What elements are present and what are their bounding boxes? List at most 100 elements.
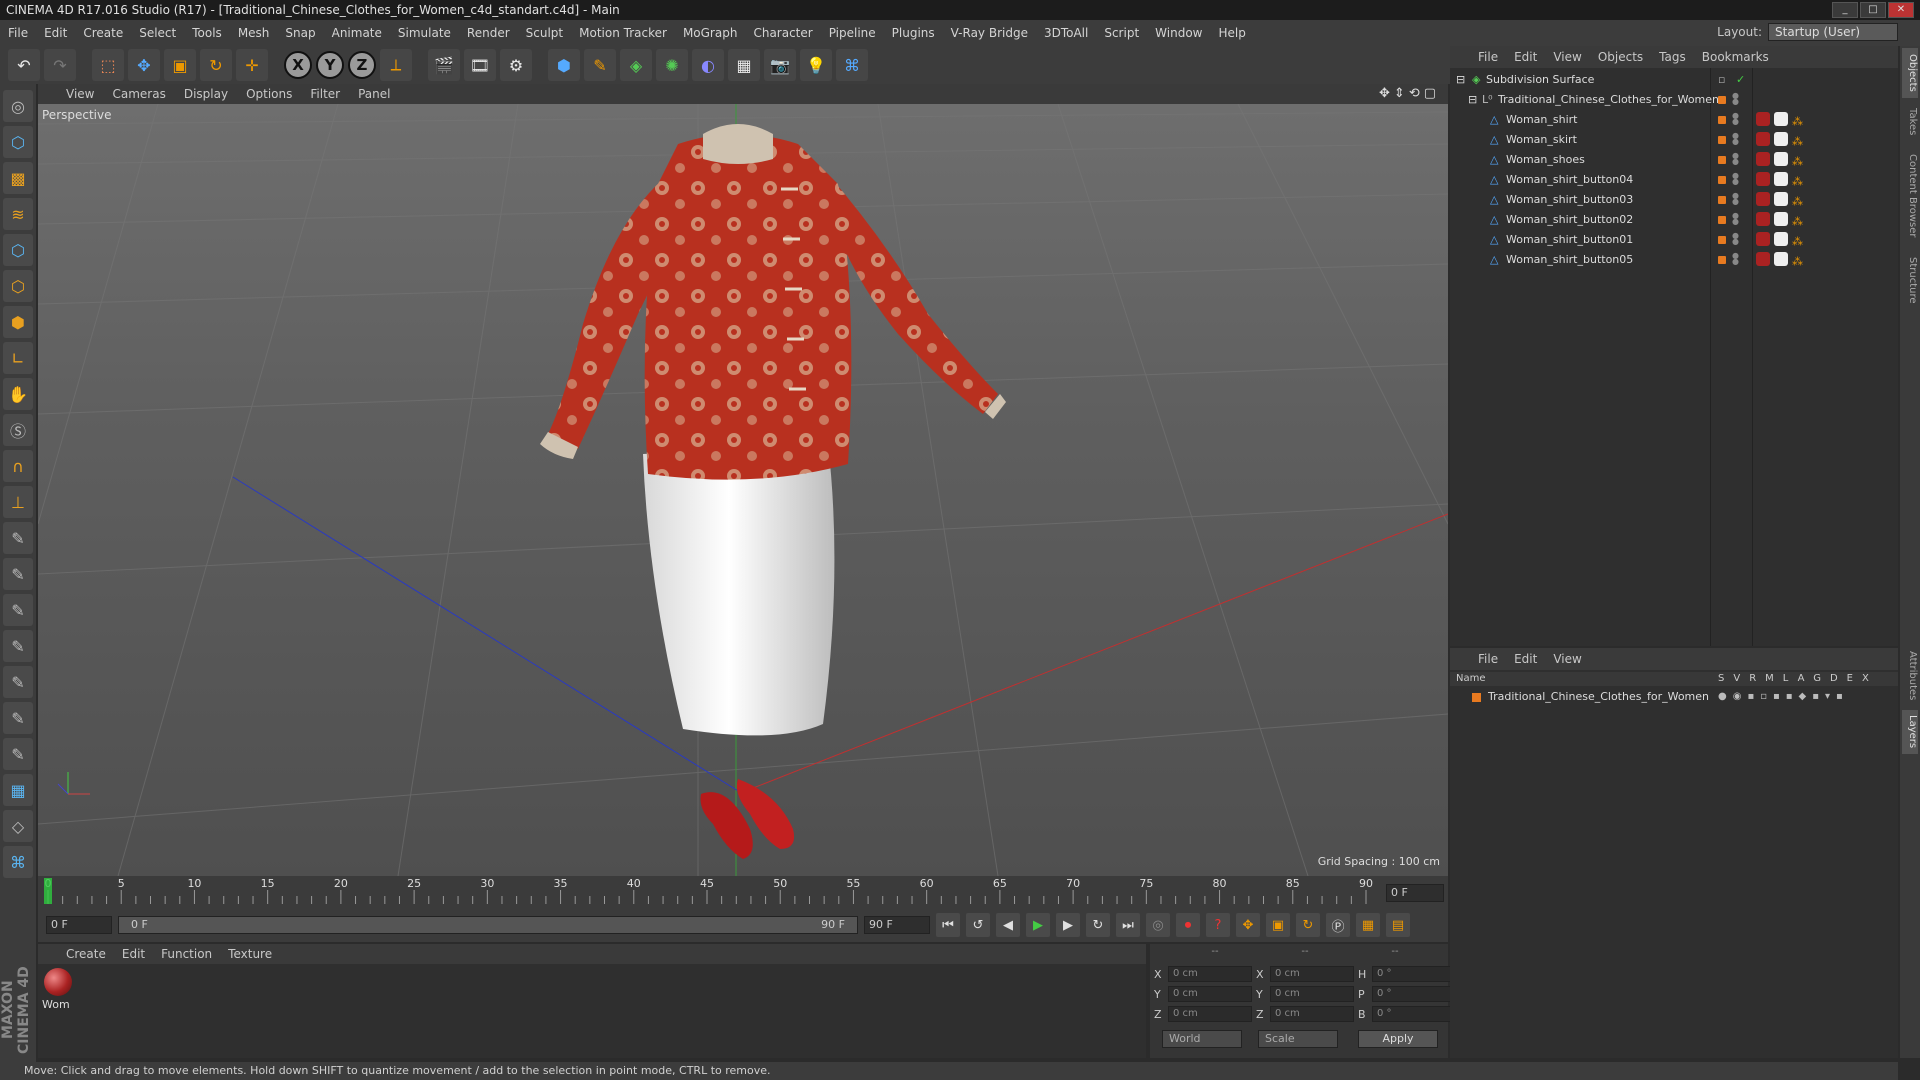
rotation-p-field[interactable]: 0 °: [1372, 986, 1456, 1002]
visibility-dots-icon[interactable]: ● ●: [1732, 132, 1739, 146]
go-to-end-icon[interactable]: ⏭: [1116, 913, 1140, 937]
menu-plugins[interactable]: Plugins: [884, 26, 943, 40]
object-row-subdivision[interactable]: ⊟ ◈ Subdivision Surface ▫ ✓: [1450, 70, 1898, 90]
menu-tools[interactable]: Tools: [184, 26, 230, 40]
tab-layers[interactable]: Layers: [1902, 710, 1918, 754]
viewport-menu-filter[interactable]: Filter: [302, 87, 348, 101]
size-x-field[interactable]: 0 cm: [1270, 966, 1354, 982]
sculpt-brush-6-icon[interactable]: ✎: [3, 702, 33, 734]
layer-color-swatch[interactable]: [1718, 256, 1726, 264]
position-y-field[interactable]: 0 cm: [1168, 986, 1252, 1002]
visibility-dots-icon[interactable]: ● ●: [1732, 152, 1739, 166]
size-y-field[interactable]: 0 cm: [1270, 986, 1354, 1002]
viewport-navigation-icons[interactable]: ✥⇕⟲▢: [1379, 86, 1440, 101]
rotate-tool-icon[interactable]: ↻: [200, 49, 232, 81]
previous-frame-icon[interactable]: ◀: [996, 913, 1020, 937]
object-row[interactable]: △ Woman_shirt ● ● ⁂: [1450, 110, 1898, 130]
viewport-menu-options[interactable]: Options: [238, 87, 300, 101]
next-frame-icon[interactable]: ▶: [1056, 913, 1080, 937]
menu-simulate[interactable]: Simulate: [390, 26, 459, 40]
size-z-field[interactable]: 0 cm: [1270, 1006, 1354, 1022]
menu-mesh[interactable]: Mesh: [230, 26, 278, 40]
menu-motion-tracker[interactable]: Motion Tracker: [571, 26, 675, 40]
viewport-menu-cameras[interactable]: Cameras: [104, 87, 173, 101]
sculpt-brush-1-icon[interactable]: ✎: [3, 522, 33, 554]
key-pla-icon[interactable]: ▦: [1356, 913, 1380, 937]
menu-file[interactable]: File: [0, 26, 36, 40]
material-tag-icon[interactable]: [1756, 232, 1770, 246]
redo-icon[interactable]: ↷: [44, 49, 76, 81]
material-menu-function[interactable]: Function: [153, 947, 220, 961]
polygons-mode-icon[interactable]: ⬢: [3, 306, 33, 338]
menu-snap[interactable]: Snap: [277, 26, 323, 40]
texture-mode-icon[interactable]: ▩: [3, 162, 33, 194]
rotation-b-field[interactable]: 0 °: [1372, 1006, 1456, 1022]
previous-key-icon[interactable]: ↺: [966, 913, 990, 937]
material-menu-texture[interactable]: Texture: [220, 947, 280, 961]
phong-tag-icon[interactable]: ⁂: [1792, 212, 1806, 228]
objects-menu-view[interactable]: View: [1545, 50, 1589, 64]
next-key-icon[interactable]: ↻: [1086, 913, 1110, 937]
menu-create[interactable]: Create: [75, 26, 131, 40]
material-tag-icon[interactable]: [1756, 212, 1770, 226]
position-z-field[interactable]: 0 cm: [1168, 1006, 1252, 1022]
floor-icon[interactable]: ▦: [728, 49, 760, 81]
material-tag-icon[interactable]: [1756, 152, 1770, 166]
objects-menu-file[interactable]: File: [1470, 50, 1506, 64]
axis-mode-icon[interactable]: ∟: [3, 342, 33, 374]
coordinate-system-icon[interactable]: ⟂: [380, 49, 412, 81]
visibility-dots-icon[interactable]: ● ●: [1732, 232, 1739, 246]
visibility-dots-icon[interactable]: ● ●: [1732, 92, 1739, 106]
render-picture-viewer-icon[interactable]: 🎞: [464, 49, 496, 81]
3d-viewport[interactable]: Perspective Grid Spacing : 100 cm: [38, 104, 1448, 876]
viewport-menu-view[interactable]: View: [58, 87, 102, 101]
phong-tag-icon[interactable]: ⁂: [1792, 192, 1806, 208]
python-icon[interactable]: ⌘: [836, 49, 868, 81]
move-tool-icon[interactable]: ✥: [128, 49, 160, 81]
sculpt-brush-4-icon[interactable]: ✎: [3, 630, 33, 662]
live-selection-icon[interactable]: ⬚: [92, 49, 124, 81]
x-axis-toggle[interactable]: X: [284, 51, 312, 79]
horizontal-scrollbar[interactable]: [1450, 1062, 1898, 1080]
material-tag-icon[interactable]: [1756, 172, 1770, 186]
menu-mograph[interactable]: MoGraph: [675, 26, 746, 40]
uvw-tag-icon[interactable]: [1774, 212, 1788, 226]
expand-icon[interactable]: ⊟: [1468, 90, 1477, 110]
record-icon[interactable]: ◎: [1146, 913, 1170, 937]
expand-icon[interactable]: ⊟: [1456, 70, 1465, 90]
enabled-check-icon[interactable]: ✓: [1736, 70, 1745, 90]
object-row[interactable]: △ Woman_shirt_button05 ● ● ⁂: [1450, 250, 1898, 270]
menu-window[interactable]: Window: [1147, 26, 1210, 40]
object-row[interactable]: △ Woman_shirt_button04 ● ● ⁂: [1450, 170, 1898, 190]
layer-color-swatch[interactable]: [1718, 156, 1726, 164]
menu-character[interactable]: Character: [745, 26, 820, 40]
objects-menu-edit[interactable]: Edit: [1506, 50, 1545, 64]
range-slider[interactable]: 0 F 90 F: [118, 916, 858, 934]
objects-menu-bookmarks[interactable]: Bookmarks: [1694, 50, 1777, 64]
undo-icon[interactable]: ↶: [8, 49, 40, 81]
tweak-mode-icon[interactable]: ✋: [3, 378, 33, 410]
layer-color-swatch[interactable]: [1718, 96, 1726, 104]
rotation-h-field[interactable]: 0 °: [1372, 966, 1456, 982]
render-settings-icon[interactable]: ⚙: [500, 49, 532, 81]
points-mode-icon[interactable]: ⬡: [3, 234, 33, 266]
key-scale-icon[interactable]: ▣: [1266, 913, 1290, 937]
key-position-icon[interactable]: ✥: [1236, 913, 1260, 937]
workplane-axis-icon[interactable]: ⊥: [3, 486, 33, 518]
render-view-icon[interactable]: 🎬: [428, 49, 460, 81]
deformer-icon[interactable]: ◐: [692, 49, 724, 81]
visibility-icon[interactable]: ▫: [1718, 70, 1725, 90]
sculpt-brush-5-icon[interactable]: ✎: [3, 666, 33, 698]
object-row[interactable]: △ Woman_skirt ● ● ⁂: [1450, 130, 1898, 150]
close-button[interactable]: ✕: [1888, 2, 1914, 18]
play-icon[interactable]: ▶: [1026, 913, 1050, 937]
material-tag-icon[interactable]: [1756, 252, 1770, 266]
scale-dropdown[interactable]: Scale: [1258, 1030, 1338, 1048]
phong-tag-icon[interactable]: ⁂: [1792, 172, 1806, 188]
python-script-icon[interactable]: ⌘: [3, 846, 33, 878]
material-tag-icon[interactable]: [1756, 192, 1770, 206]
mograph-cloner-icon[interactable]: ✺: [656, 49, 688, 81]
minimize-button[interactable]: _: [1832, 2, 1858, 18]
light-icon[interactable]: 💡: [800, 49, 832, 81]
uvw-tag-icon[interactable]: [1774, 152, 1788, 166]
